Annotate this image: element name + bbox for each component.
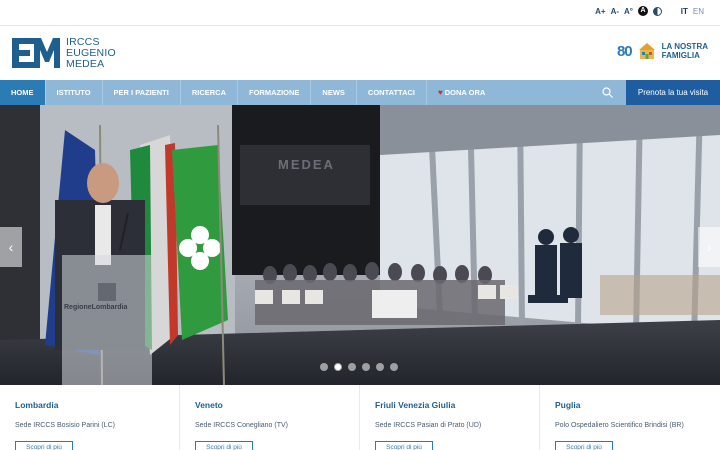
region-discover-button[interactable]: Scopri di più (195, 441, 253, 450)
carousel-next-button[interactable]: › (698, 227, 720, 267)
carousel-prev-button[interactable]: ‹ (0, 227, 22, 267)
region-site: Sede IRCCS Pasian di Prato (UD) (375, 422, 482, 429)
region-title: Lombardia (15, 400, 59, 410)
chevron-right-icon: › (706, 239, 712, 255)
region-site: Sede IRCCS Bosisio Parini (LC) (15, 422, 115, 429)
podium-sign-text: RegioneLombardia (64, 304, 128, 311)
nav-contattaci[interactable]: CONTATTACI (357, 80, 427, 105)
font-decrease-button[interactable]: A- (611, 7, 619, 16)
language-switcher: IT EN (681, 7, 704, 16)
carousel-dot-1[interactable] (320, 363, 328, 371)
contrast-toggle-icon[interactable] (653, 6, 662, 16)
nav-ricerca[interactable]: RICERCA (181, 80, 238, 105)
search-icon (601, 87, 613, 98)
chevron-left-icon: ‹ (8, 239, 14, 255)
house-icon (638, 43, 655, 59)
nav-dona-ora-label: DONA ORA (444, 88, 486, 97)
banner-text: MEDEA (278, 157, 335, 172)
region-discover-button[interactable]: Scopri di più (555, 441, 613, 450)
partner-line-1: LA NOSTRA (661, 42, 708, 51)
region-card-veneto: Veneto Sede IRCCS Conegliano (TV) Scopri… (180, 385, 360, 450)
hero-carousel[interactable]: RegioneLombardia MEDEA ‹ › (0, 105, 720, 385)
region-card-lombardia: Lombardia Sede IRCCS Bosisio Parini (LC)… (0, 385, 180, 450)
nav-news[interactable]: NEWS (311, 80, 357, 105)
font-increase-button[interactable]: A+ (595, 7, 605, 16)
main-navigation: HOME ISTITUTO PER I PAZIENTI RICERCA FOR… (0, 80, 720, 105)
region-site: Sede IRCCS Conegliano (TV) (195, 422, 288, 429)
brand-name[interactable]: IRCCS EUGENIO MEDEA (66, 37, 116, 70)
nav-formazione[interactable]: FORMAZIONE (238, 80, 312, 105)
region-title: Puglia (555, 400, 581, 410)
top-utility-bar: A+ A- A° A IT EN (0, 0, 720, 26)
region-site: Polo Ospedaliero Scientifico Brindisi (B… (555, 422, 684, 429)
heart-icon: ♥ (438, 88, 443, 97)
brand-line-3: MEDEA (66, 58, 105, 70)
partner-line-2: FAMIGLIA (661, 51, 700, 60)
region-card-friuli: Friuli Venezia Giulia Sede IRCCS Pasian … (360, 385, 540, 450)
font-reset-button[interactable]: A° (624, 7, 633, 16)
carousel-dot-5[interactable] (376, 363, 384, 371)
carousel-dot-2[interactable] (334, 363, 342, 371)
carousel-dot-6[interactable] (390, 363, 398, 371)
eighty-years-mark: 80 (616, 42, 633, 60)
region-discover-button[interactable]: Scopri di più (15, 441, 73, 450)
region-title: Veneto (195, 400, 223, 410)
carousel-dot-3[interactable] (348, 363, 356, 371)
search-button[interactable] (594, 80, 620, 105)
accessibility-controls: A+ A- A° A (595, 6, 662, 16)
nav-home[interactable]: HOME (0, 80, 46, 105)
site-header: IRCCS EUGENIO MEDEA 80 LA NOSTRA FAMIGLI… (0, 26, 720, 80)
carousel-dot-4[interactable] (362, 363, 370, 371)
regions-strip: Lombardia Sede IRCCS Bosisio Parini (LC)… (0, 385, 720, 450)
high-contrast-button[interactable]: A (638, 6, 648, 16)
nav-istituto[interactable]: ISTITUTO (46, 80, 103, 105)
carousel-indicators (320, 363, 398, 371)
region-discover-button[interactable]: Scopri di più (375, 441, 433, 450)
hero-slide-image (0, 105, 720, 385)
lang-it-link[interactable]: IT (681, 7, 688, 16)
nav-per-i-pazienti[interactable]: PER I PAZIENTI (103, 80, 181, 105)
la-nostra-famiglia-logo[interactable]: 80 LA NOSTRA FAMIGLIA (617, 42, 708, 60)
book-visit-button[interactable]: Prenota la tua visita (626, 80, 720, 105)
region-card-puglia: Puglia Polo Ospedaliero Scientifico Brin… (540, 385, 720, 450)
medea-logo-icon[interactable] (12, 38, 60, 68)
lang-en-link[interactable]: EN (693, 7, 704, 16)
nav-dona-ora[interactable]: ♥ DONA ORA (427, 80, 496, 105)
region-title: Friuli Venezia Giulia (375, 400, 456, 410)
partner-name: LA NOSTRA FAMIGLIA (662, 42, 708, 60)
